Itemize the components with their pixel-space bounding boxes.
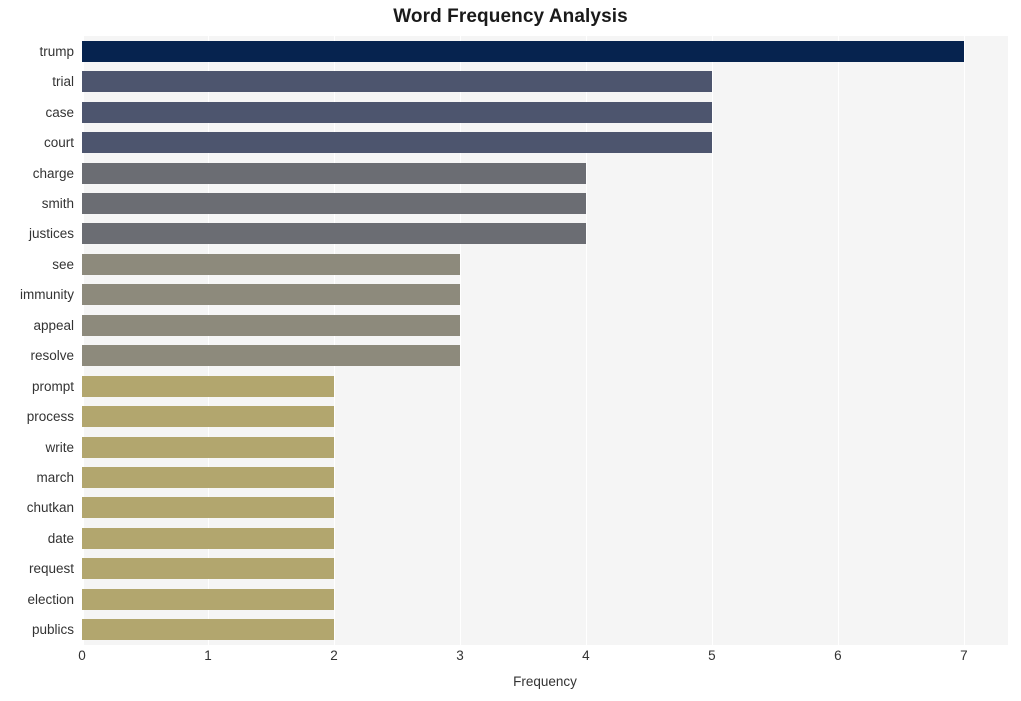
y-tick-label-trial: trial (52, 74, 74, 90)
bar-appeal[interactable] (82, 314, 460, 336)
chart-title: Word Frequency Analysis (393, 6, 628, 27)
y-tick-label-charge: charge (32, 165, 74, 181)
bar-publics[interactable] (82, 619, 334, 641)
x-tick-label-5: 5 (708, 648, 716, 663)
y-tick-label-process: process (26, 409, 74, 425)
y-tick-label-publics: publics (31, 622, 74, 638)
y-tick-label-case: case (45, 104, 74, 120)
x-axis-title: Frequency (513, 674, 577, 689)
y-tick-label-election: election (27, 591, 74, 607)
y-tick-label-court: court (43, 135, 74, 151)
x-tick-label-6: 6 (834, 648, 842, 663)
x-tick-label-7: 7 (960, 648, 968, 663)
x-tick-label-0: 0 (78, 648, 86, 663)
y-tick-label-request: request (28, 561, 74, 577)
y-tick-label-resolve: resolve (30, 348, 74, 364)
bar-see[interactable] (82, 253, 460, 275)
bar-trial[interactable] (82, 71, 712, 93)
x-tick-label-2: 2 (330, 648, 338, 663)
plot-area (82, 36, 1008, 645)
y-tick-label-write: write (45, 439, 74, 455)
bar-chutkan[interactable] (82, 497, 334, 519)
x-tick-label-3: 3 (456, 648, 464, 663)
y-tick-label-see: see (52, 256, 74, 272)
y-tick-label-smith: smith (41, 195, 74, 211)
x-tick-label-4: 4 (582, 648, 590, 663)
bar-trump[interactable] (82, 40, 964, 62)
bar-resolve[interactable] (82, 345, 460, 367)
bar-court[interactable] (82, 132, 712, 154)
bar-charge[interactable] (82, 162, 586, 184)
bar-justices[interactable] (82, 223, 586, 245)
y-tick-label-justices: justices (28, 226, 74, 242)
y-tick-label-immunity: immunity (19, 287, 74, 303)
y-tick-label-date: date (47, 530, 74, 546)
y-tick-label-appeal: appeal (33, 317, 74, 333)
bar-smith[interactable] (82, 192, 586, 214)
bar-immunity[interactable] (82, 284, 460, 306)
y-tick-label-march: march (36, 470, 74, 486)
y-tick-label-chutkan: chutkan (26, 500, 74, 516)
bar-case[interactable] (82, 101, 712, 123)
x-axis-tick-labels: 0 1 2 3 4 5 6 7 (78, 648, 1008, 668)
y-tick-label-prompt: prompt (31, 378, 74, 394)
bar-prompt[interactable] (82, 375, 334, 397)
bar-process[interactable] (82, 406, 334, 428)
bar-date[interactable] (82, 527, 334, 549)
word-frequency-chart: Word Frequency Analysis trump trial case co… (0, 0, 1021, 701)
bar-march[interactable] (82, 467, 334, 489)
bar-request[interactable] (82, 558, 334, 580)
x-tick-label-1: 1 (204, 648, 212, 663)
y-tick-label-trump: trump (39, 43, 74, 59)
bar-election[interactable] (82, 588, 334, 610)
bars-group (82, 36, 1008, 645)
y-axis-tick-labels: trump trial case court charge smith justices se… (0, 36, 74, 645)
bar-write[interactable] (82, 436, 334, 458)
